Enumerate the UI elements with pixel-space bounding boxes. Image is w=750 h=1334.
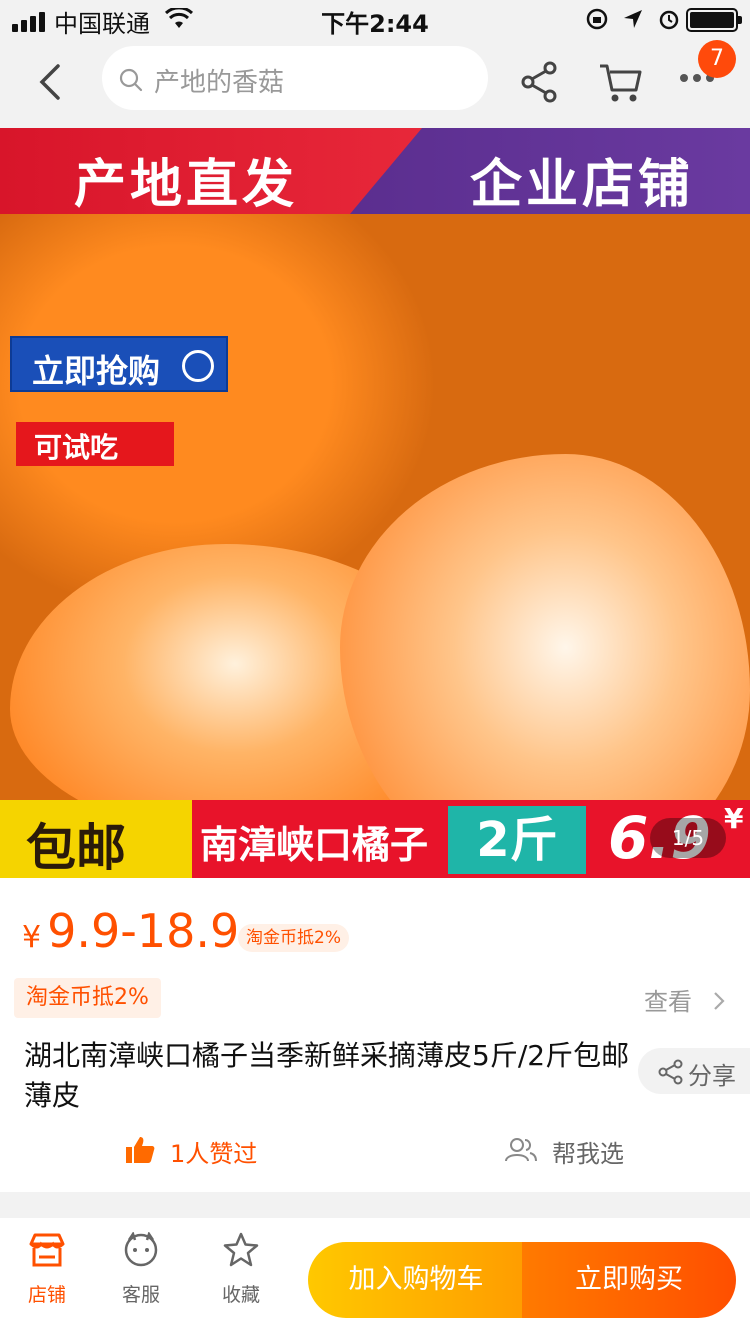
share-icon — [521, 61, 557, 103]
thumbs-up-icon — [124, 1135, 156, 1169]
likes-count: 1人赞过 — [170, 1140, 258, 1168]
product-name-banner: 南漳峡口橘子 — [200, 823, 429, 867]
help-choose-label: 帮我选 — [552, 1140, 624, 1168]
price-currency: ¥ — [22, 920, 42, 955]
search-input[interactable]: 产地的香菇 — [102, 46, 488, 110]
back-button[interactable] — [30, 60, 70, 104]
view-link[interactable]: 查看 — [644, 982, 692, 1017]
price-value: 9.9-18.9 — [47, 904, 240, 958]
search-icon — [118, 67, 144, 97]
hero-try-tag: 可试吃 — [16, 422, 174, 466]
hero-bottom-banner: 包邮 南漳峡口橘子 2斤 6.9 ¥ — [0, 800, 750, 878]
banner-store-text: 企业店铺 — [470, 155, 695, 215]
cart-button[interactable] — [598, 62, 644, 108]
cart-badge: 7 — [698, 40, 736, 78]
carousel-page-indicator: 1/5 — [650, 818, 726, 858]
product-image-carousel[interactable]: 产地直发 企业店铺 立即抢购 可试吃 包邮 南漳峡口橘子 2斤 6.9 ¥ 1/… — [0, 128, 750, 878]
alarm-icon — [658, 8, 680, 34]
search-placeholder: 产地的香菇 — [154, 68, 285, 98]
coin-discount-badge[interactable]: 淘金币抵2% — [14, 978, 161, 1018]
likes-button[interactable]: 1人赞过 — [124, 1134, 257, 1169]
nav-bar: 产地的香菇 7 — [0, 40, 750, 128]
share-button[interactable] — [520, 60, 560, 108]
people-icon — [504, 1137, 538, 1167]
status-bar: 中国联通 下午2:44 — [0, 0, 750, 40]
chevron-right-icon — [712, 990, 726, 1016]
store-icon — [29, 1233, 65, 1267]
share-product-button[interactable]: 分享 — [638, 1048, 750, 1094]
hero-buy-now-tag: 立即抢购 — [10, 336, 228, 392]
tab-customer-service[interactable]: 客服 — [106, 1231, 176, 1307]
add-to-cart-button[interactable]: 加入购物车 — [308, 1242, 524, 1318]
product-title: 湖北南漳峡口橘子当季新鲜采摘薄皮5斤/2斤包邮薄皮 — [24, 1039, 630, 1112]
arrow-circle-icon — [182, 350, 214, 382]
more-dot-icon — [680, 74, 688, 82]
product-info-card: ¥9.9-18.9 淘金币抵2% 淘金币抵2% 查看 湖北南漳峡口橘子当季新鲜采… — [0, 878, 750, 1192]
tab-service-label: 客服 — [121, 1284, 160, 1306]
banner-currency: ¥ — [724, 802, 744, 835]
tab-favorite[interactable]: 收藏 — [206, 1232, 276, 1307]
help-choose-button[interactable]: 帮我选 — [504, 1134, 624, 1169]
weight-badge: 2斤 — [448, 806, 586, 874]
location-icon — [622, 8, 644, 34]
chevron-left-icon — [39, 64, 60, 100]
battery-icon — [686, 8, 742, 32]
buy-now-button[interactable]: 立即购买 — [522, 1242, 736, 1318]
free-shipping-text: 包邮 — [26, 819, 126, 877]
rotation-lock-icon — [586, 8, 608, 34]
hero-top-banner: 产地直发 企业店铺 — [0, 128, 750, 215]
coin-discount-tag: 淘金币抵2% — [238, 924, 349, 952]
share-icon — [658, 1059, 684, 1089]
customer-service-icon — [124, 1231, 158, 1267]
tab-store-label: 店铺 — [27, 1284, 66, 1306]
cart-icon — [600, 64, 642, 102]
share-label: 分享 — [688, 1062, 736, 1090]
price-range: ¥9.9-18.9 — [22, 904, 239, 958]
bottom-action-bar: 店铺 客服 收藏 加入购物车 立即购买 — [0, 1218, 750, 1334]
tab-store[interactable]: 店铺 — [12, 1232, 82, 1307]
tab-favorite-label: 收藏 — [221, 1284, 260, 1306]
banner-origin-text: 产地直发 — [74, 155, 299, 215]
tangerine-photo: 立即抢购 可试吃 — [0, 214, 750, 878]
star-icon — [223, 1232, 259, 1267]
